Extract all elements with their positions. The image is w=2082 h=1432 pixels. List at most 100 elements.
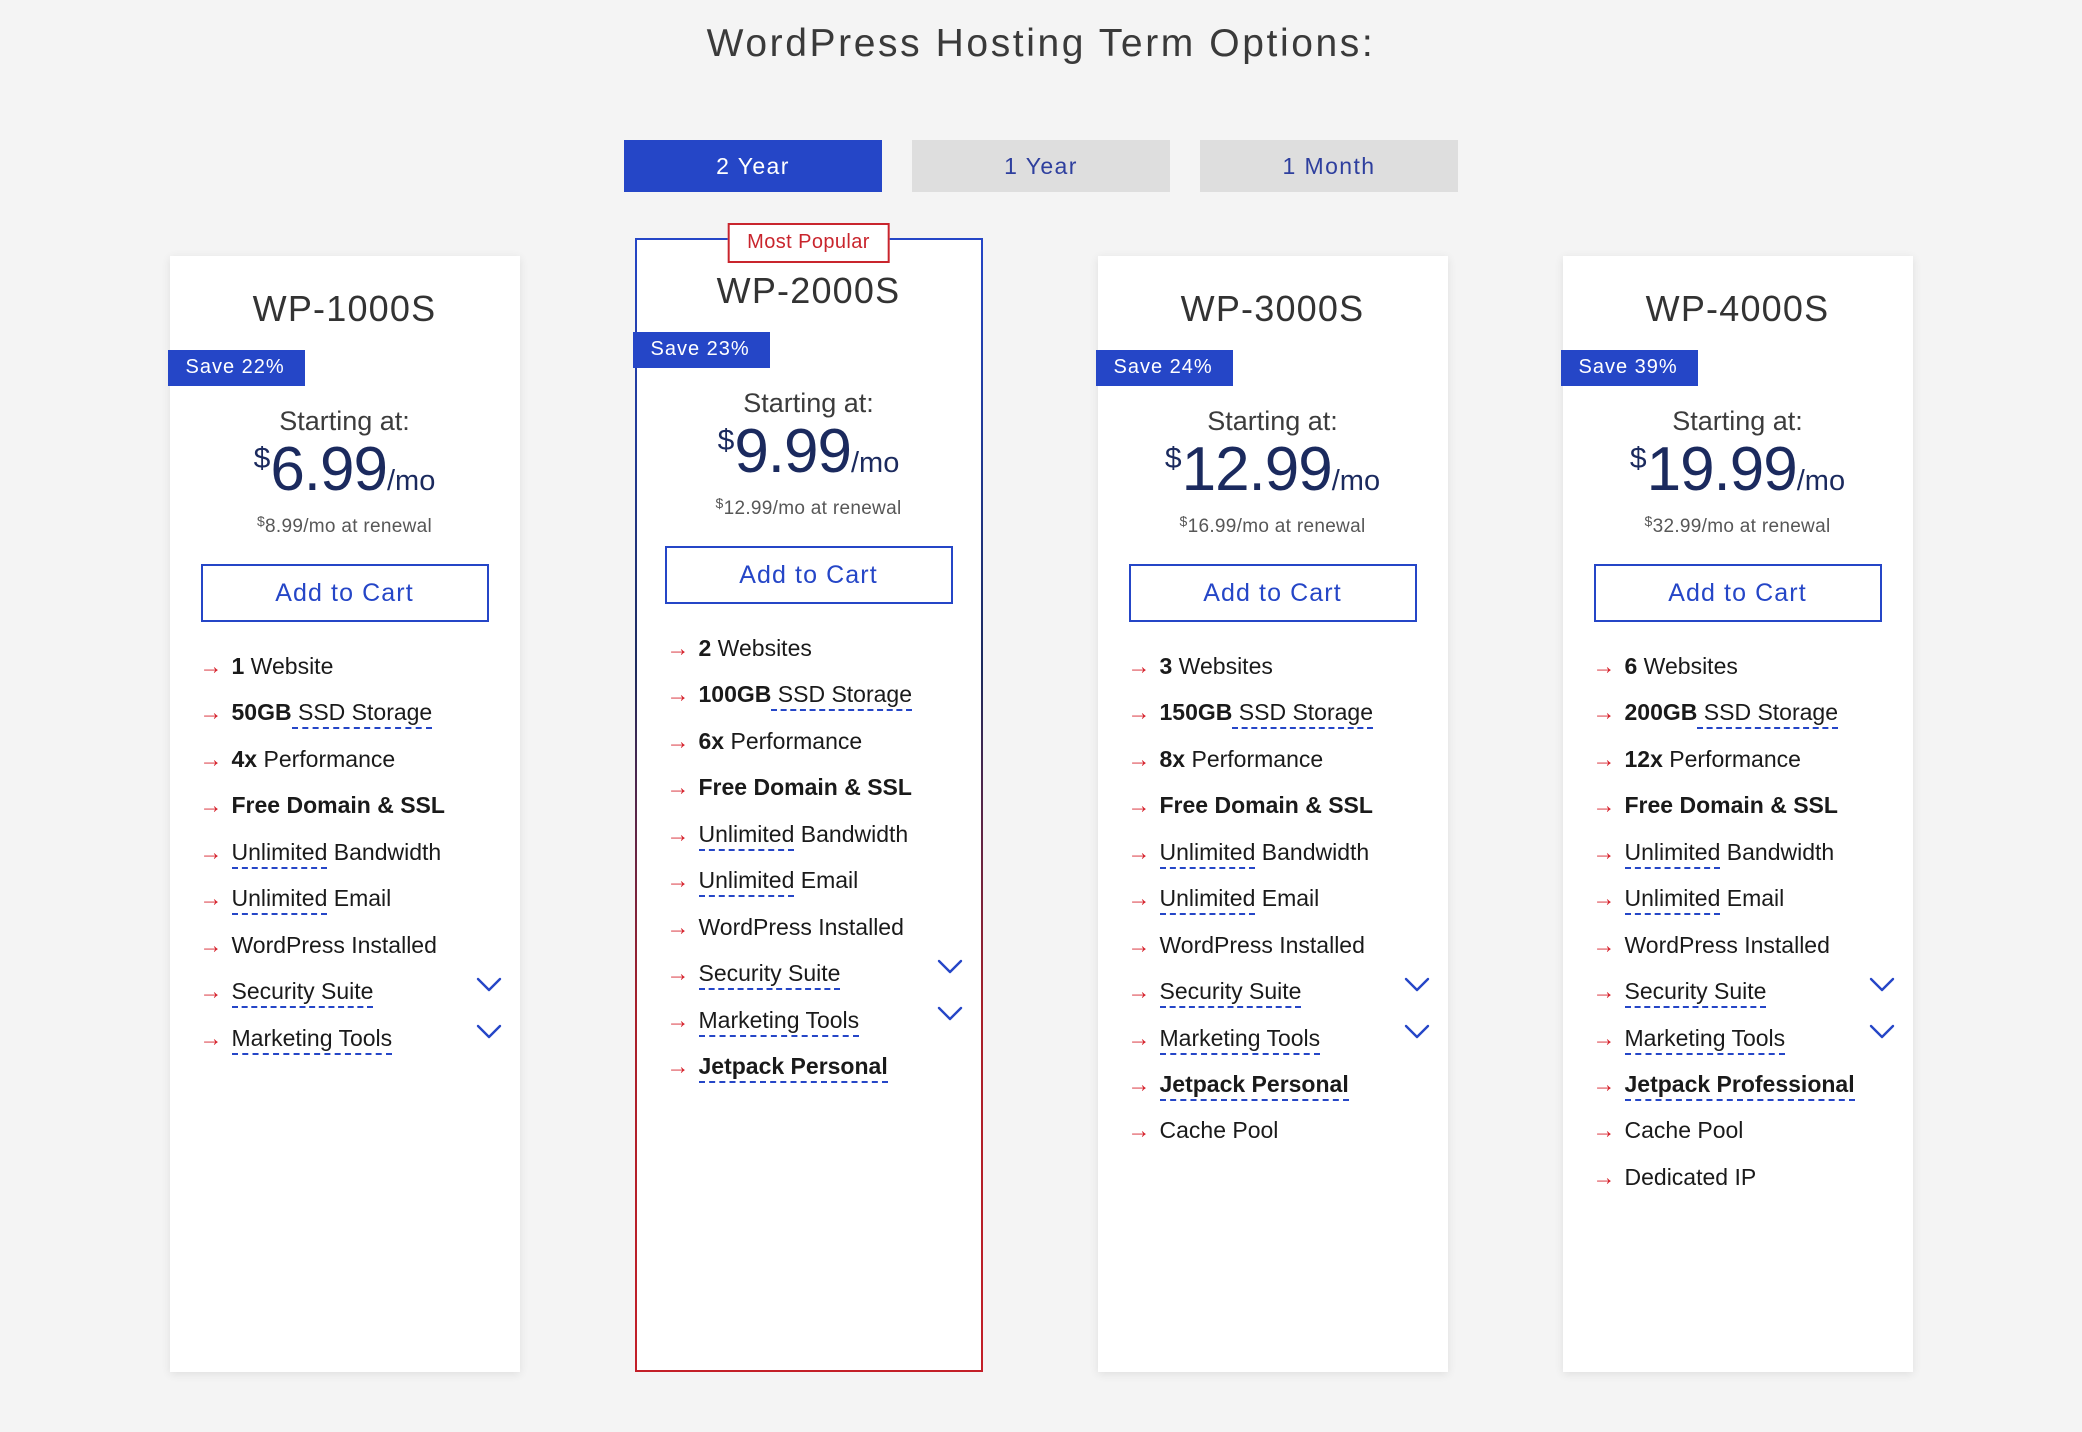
- feature-value: 4x: [232, 746, 258, 772]
- arrow-right-icon: →: [200, 977, 223, 1006]
- feature-item: → Jetpack Professional: [1593, 1070, 1895, 1099]
- feature-label-extra: Email: [1720, 885, 1784, 911]
- arrow-right-icon: →: [1128, 652, 1151, 681]
- arrow-right-icon: →: [1593, 977, 1616, 1006]
- feature-text: Marketing Tools: [1625, 1024, 1859, 1053]
- feature-list: → 3 Websites → 150GB SSD Storage →8x Perform…: [1098, 652, 1448, 1146]
- feature-item[interactable]: → Security Suite: [200, 977, 502, 1006]
- renewal-price: $12.99/mo at renewal: [637, 495, 981, 520]
- feature-label: SSD Storage: [1697, 699, 1838, 729]
- feature-text: Unlimited Bandwidth: [1160, 838, 1430, 867]
- feature-text: Marketing Tools: [1160, 1024, 1394, 1053]
- starting-at-label: Starting at:: [1563, 406, 1913, 437]
- arrow-right-icon: →: [1593, 1024, 1616, 1053]
- feature-label: Websites: [1637, 653, 1738, 679]
- feature-text: 3 Websites: [1160, 652, 1430, 681]
- arrow-right-icon: →: [1128, 977, 1151, 1006]
- feature-text: Security Suite: [699, 959, 927, 988]
- plan-price: $9.99/mo: [637, 421, 981, 483]
- save-badge: Save 23%: [633, 332, 770, 368]
- chevron-down-icon[interactable]: [1859, 977, 1895, 993]
- currency-symbol: $: [1165, 442, 1182, 475]
- renewal-price: $8.99/mo at renewal: [170, 513, 520, 538]
- feature-text: Unlimited Email: [1160, 884, 1430, 913]
- feature-label: WordPress Installed: [699, 914, 904, 940]
- feature-item: →8x Performance: [1128, 745, 1430, 774]
- feature-label: SSD Storage: [292, 699, 433, 729]
- feature-text: WordPress Installed: [699, 913, 963, 942]
- feature-label: Jetpack Personal: [1160, 1071, 1349, 1101]
- price-amount: 12.99: [1182, 435, 1332, 504]
- price-amount: 9.99: [734, 417, 851, 486]
- term-tab-1-year[interactable]: 1 Year: [912, 140, 1170, 192]
- feature-text: 150GB SSD Storage: [1160, 698, 1430, 727]
- arrow-right-icon: →: [1128, 1024, 1151, 1053]
- feature-item: →Unlimited Bandwidth: [1593, 838, 1895, 867]
- feature-label: Cache Pool: [1625, 1117, 1744, 1143]
- renewal-text: 8.99/mo at renewal: [265, 516, 432, 537]
- chevron-down-icon[interactable]: [927, 959, 963, 975]
- price-period: /mo: [1797, 465, 1845, 497]
- feature-label: Security Suite: [232, 978, 374, 1008]
- add-to-cart-button[interactable]: Add to Cart: [201, 564, 489, 622]
- chevron-down-icon[interactable]: [466, 1024, 502, 1040]
- renewal-price: $16.99/mo at renewal: [1098, 513, 1448, 538]
- chevron-down-icon[interactable]: [466, 977, 502, 993]
- arrow-right-icon: →: [1128, 931, 1151, 960]
- feature-item: →Free Domain & SSL: [1128, 791, 1430, 820]
- feature-text: Jetpack Professional: [1625, 1070, 1895, 1099]
- feature-item: →Unlimited Bandwidth: [200, 838, 502, 867]
- feature-value: 6: [1625, 653, 1638, 679]
- feature-item: →Unlimited Email: [667, 866, 963, 895]
- feature-item[interactable]: → Security Suite: [1593, 977, 1895, 1006]
- save-badge: Save 39%: [1561, 350, 1698, 386]
- feature-text: Unlimited Bandwidth: [699, 820, 963, 849]
- feature-item[interactable]: →Marketing Tools: [200, 1024, 502, 1053]
- chevron-down-icon[interactable]: [1859, 1024, 1895, 1040]
- chevron-down-icon[interactable]: [1394, 977, 1430, 993]
- price-period: /mo: [1332, 465, 1380, 497]
- feature-text: Security Suite: [1160, 977, 1394, 1006]
- feature-label: Unlimited: [699, 821, 795, 851]
- feature-item: →Free Domain & SSL: [200, 791, 502, 820]
- chevron-down-icon[interactable]: [927, 1006, 963, 1022]
- term-tab-2-year[interactable]: 2 Year: [624, 140, 882, 192]
- add-to-cart-button[interactable]: Add to Cart: [665, 546, 953, 604]
- add-to-cart-button[interactable]: Add to Cart: [1129, 564, 1417, 622]
- feature-label: Unlimited: [232, 839, 328, 869]
- renewal-text: 16.99/mo at renewal: [1188, 516, 1366, 537]
- feature-item[interactable]: → Marketing Tools: [1593, 1024, 1895, 1053]
- add-to-cart-button[interactable]: Add to Cart: [1594, 564, 1882, 622]
- feature-label: Website: [244, 653, 333, 679]
- feature-list: →1 Website→50GB SSD Storage→4x Performan…: [170, 652, 520, 1053]
- plan-name: WP-1000S: [170, 288, 520, 330]
- term-tab-1-month[interactable]: 1 Month: [1200, 140, 1458, 192]
- arrow-right-icon: →: [1593, 1070, 1616, 1099]
- feature-item[interactable]: → Security Suite: [1128, 977, 1430, 1006]
- feature-value: 3: [1160, 653, 1173, 679]
- feature-label: Free Domain & SSL: [699, 774, 912, 800]
- feature-item: →4x Performance: [200, 745, 502, 774]
- feature-item: →200GB SSD Storage: [1593, 698, 1895, 727]
- price-period: /mo: [851, 447, 899, 479]
- feature-item[interactable]: →Security Suite: [667, 959, 963, 988]
- feature-label: Security Suite: [1625, 978, 1767, 1008]
- plan-name: WP-3000S: [1098, 288, 1448, 330]
- renewal-text: 12.99/mo at renewal: [724, 498, 902, 519]
- pricing-card-list: WP-1000SSave 22%Starting at:$6.99/mo$8.9…: [0, 256, 2082, 1372]
- feature-item[interactable]: → Marketing Tools: [1128, 1024, 1430, 1053]
- feature-text: 1 Website: [232, 652, 502, 681]
- feature-label: Unlimited: [232, 885, 328, 915]
- feature-item[interactable]: →Marketing Tools: [667, 1006, 963, 1035]
- plan-name: WP-4000S: [1563, 288, 1913, 330]
- feature-label-extra: Bandwidth: [327, 839, 441, 865]
- feature-item: →6x Performance: [667, 727, 963, 756]
- feature-text: Unlimited Bandwidth: [232, 838, 502, 867]
- feature-value: 150GB: [1160, 699, 1233, 725]
- feature-item: →Unlimited Bandwidth: [667, 820, 963, 849]
- feature-text: Free Domain & SSL: [1625, 791, 1895, 820]
- feature-label: Marketing Tools: [232, 1025, 393, 1055]
- chevron-down-icon[interactable]: [1394, 1024, 1430, 1040]
- arrow-right-icon: →: [1128, 1116, 1151, 1145]
- starting-at-label: Starting at:: [637, 388, 981, 419]
